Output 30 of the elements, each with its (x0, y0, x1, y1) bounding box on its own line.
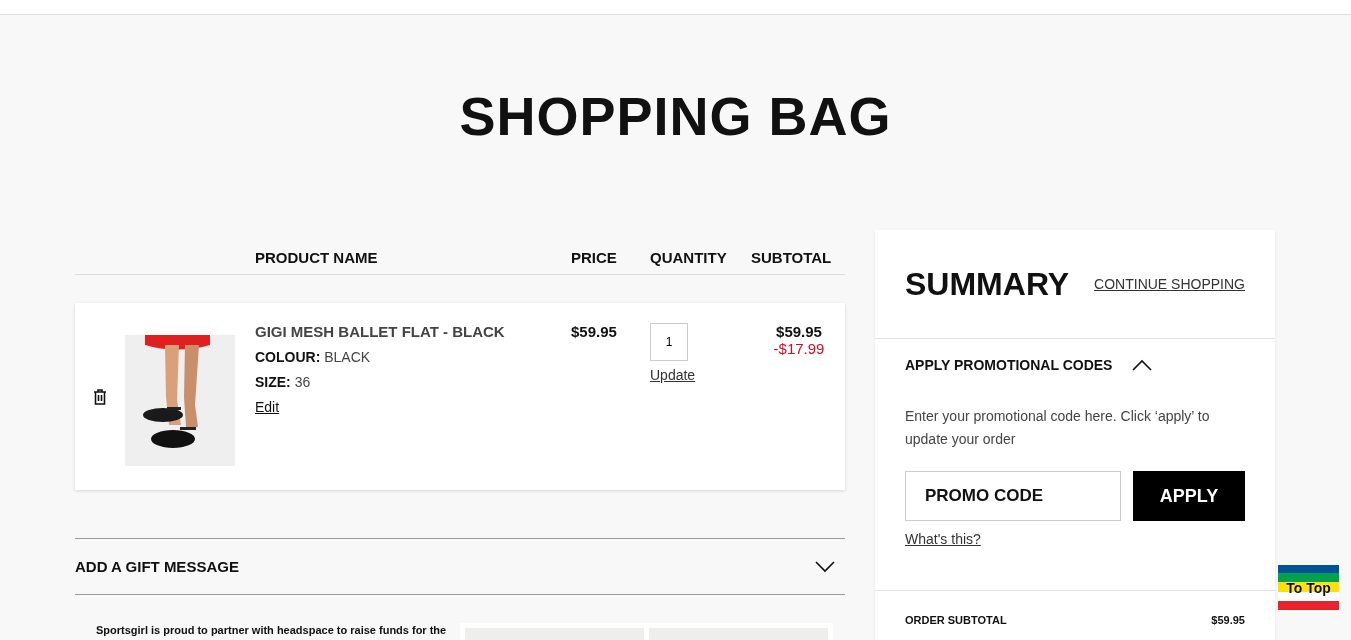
whats-this-link[interactable]: What's this? (905, 531, 981, 547)
product-name[interactable]: GIGI MESH BALLET FLAT - BLACK (255, 323, 571, 340)
chevron-up-icon (1132, 359, 1153, 371)
edit-link[interactable]: Edit (255, 399, 280, 415)
promo-description: Enter your promotional code here. Click ‘apply’ to update your order (905, 407, 1211, 449)
column-header: PRODUCT NAME (255, 249, 379, 266)
promo-codes-toggle[interactable]: APPLY PROMOTIONAL CODES (905, 339, 1153, 391)
column-header: SUBTOTAL (751, 249, 833, 266)
continue-shopping-link[interactable]: CONTINUE SHOPPING (1094, 276, 1245, 292)
promo-code-field[interactable]: PROMO CODE (905, 471, 1121, 521)
gift-message-toggle[interactable]: ADD A GIFT MESSAGE (75, 538, 845, 595)
product-attribute: SIZE: 36 (255, 374, 312, 390)
gift-message-title: ADD A GIFT MESSAGE (75, 558, 239, 575)
chevron-down-icon[interactable] (815, 560, 835, 573)
apply-button[interactable]: APPLY (1133, 471, 1245, 521)
promo-text: Sportsgirl is proud to partner with headspace to raise funds for the (96, 624, 447, 637)
update-link[interactable]: Update (650, 367, 696, 383)
column-header: PRICE (571, 249, 618, 266)
trash-icon[interactable] (93, 388, 107, 405)
total-value: $59.95 (1211, 614, 1245, 626)
page-title: SHOPPING BAG (459, 85, 892, 147)
summary-title: SUMMARY (905, 265, 1070, 303)
item-subtotal: $59.95 (776, 323, 822, 340)
column-header: QUANTITY (650, 249, 728, 266)
item-price: $59.95 (571, 323, 617, 340)
total-label: ORDER SUBTOTAL (905, 614, 1007, 626)
to-top-button[interactable]: To Top (1278, 565, 1339, 610)
product-attribute: COLOUR: BLACK (255, 349, 372, 365)
discount-amount: -$17.99 (773, 340, 825, 357)
quantity-field[interactable]: 1 (650, 323, 688, 361)
